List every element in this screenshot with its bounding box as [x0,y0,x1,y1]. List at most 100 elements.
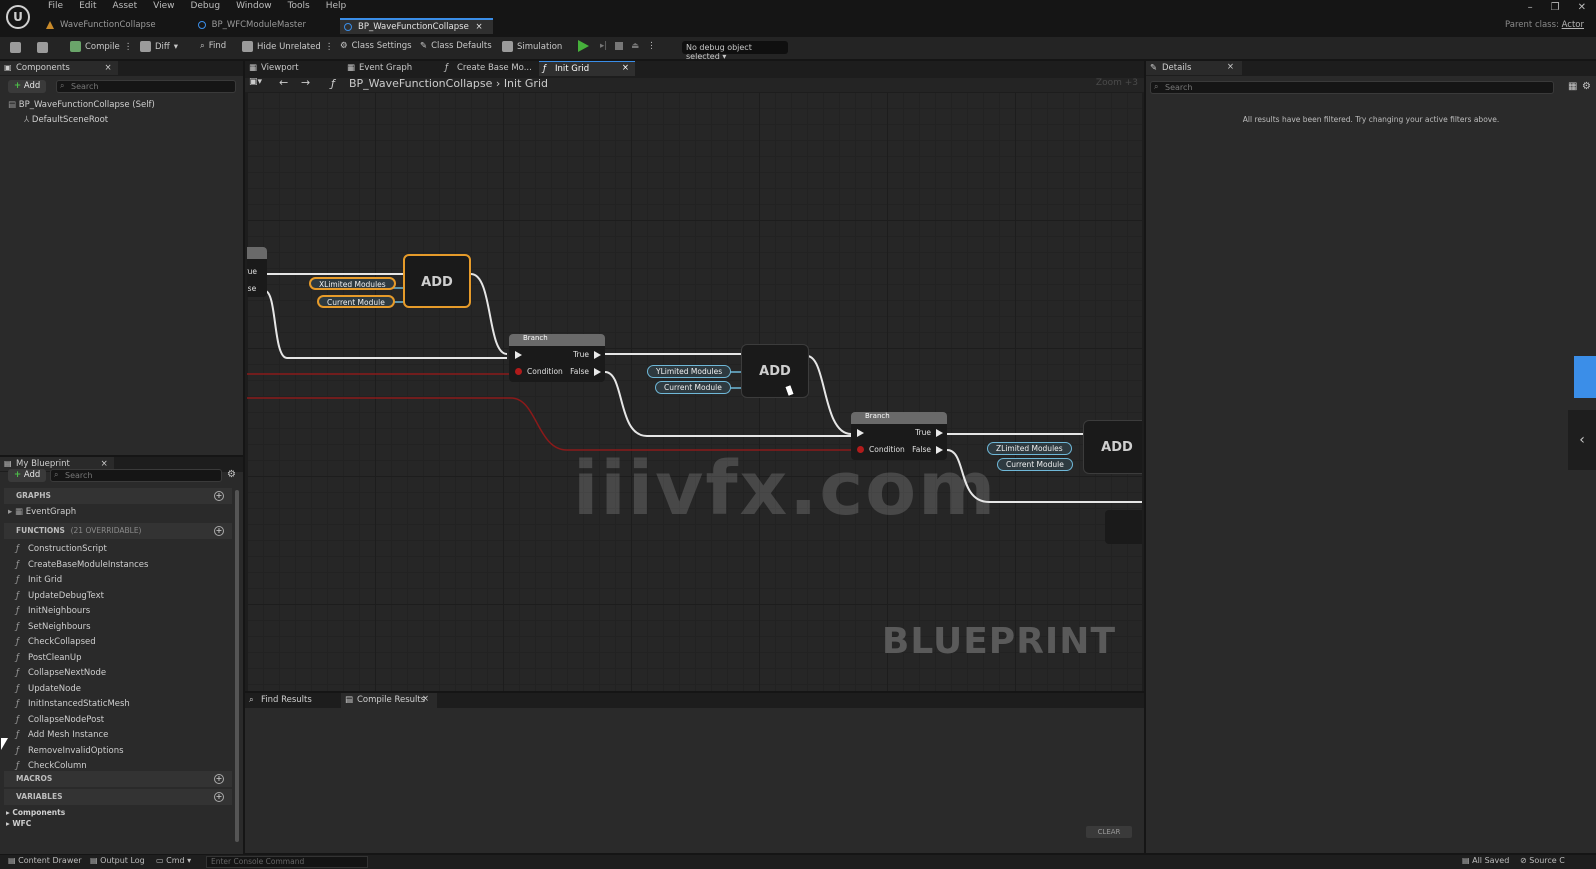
exec-in-pin[interactable] [857,429,864,437]
var-current-module[interactable]: Current Module [655,381,731,394]
gear-icon[interactable]: ⚙ [227,469,236,480]
output-log-button[interactable]: ▤ Output Log [90,856,145,865]
more-icon[interactable]: ⋮ [647,41,656,51]
restore-icon[interactable]: ❐ [1551,2,1560,13]
add-component-button[interactable]: + Add [8,80,47,93]
component-self[interactable]: ▤ BP_WaveFunctionCollapse (Self) [8,100,155,110]
console-input[interactable]: Enter Console Command [206,856,368,868]
doc-tab-wfc[interactable]: BP_WaveFunctionCollapse × [339,18,493,34]
play-icon[interactable] [578,40,589,52]
forward-arrow-icon[interactable]: → [301,76,310,89]
var-x-limited-modules[interactable]: XLimited Modules [309,277,396,290]
editor-tab-init-grid[interactable]: ƒ Init Grid × [539,61,635,76]
unreal-logo-icon[interactable]: U [6,5,30,29]
exec-true-pin[interactable] [594,351,601,359]
simulation-button[interactable]: Simulation [502,41,562,52]
menu-window[interactable]: Window [228,1,280,11]
add-node-x[interactable]: ADD [403,254,471,308]
add-member-button[interactable]: + Add [8,469,47,482]
var-current-module[interactable]: Current Module [317,295,395,308]
step-icon[interactable]: ▸| [600,41,607,51]
class-defaults-button[interactable]: ✎ Class Defaults [420,41,492,51]
compile-button[interactable]: Compile ⋮ [70,41,132,52]
content-drawer-button[interactable]: ▤ Content Drawer [8,856,82,865]
editor-tab-event-graph[interactable]: ▦ Event Graph [343,61,439,76]
source-control-button[interactable]: ⊘ Source C [1520,856,1565,865]
menu-tools[interactable]: Tools [280,1,318,11]
add-macro-icon[interactable]: + [214,774,224,784]
my-blueprint-search-input[interactable]: ⌕ Search [50,469,222,482]
section-functions[interactable]: FUNCTIONS (21 OVERRIDABLE) + [4,523,232,539]
diff-button[interactable]: Diff ▾ [140,41,178,52]
exec-in-pin[interactable] [515,351,522,359]
component-default-scene-root[interactable]: ⅄ DefaultSceneRoot [24,115,108,125]
function-item[interactable]: ƒ CollapseNodePost [16,715,104,725]
function-item[interactable]: ƒ RemoveInvalidOptions [16,746,124,756]
more-icon[interactable]: ⋮ [325,42,334,52]
var-current-module[interactable]: Current Module [997,458,1073,471]
menu-debug[interactable]: Debug [182,1,228,11]
section-macros[interactable]: MACROS + [4,771,232,787]
save-icon[interactable] [10,42,21,53]
function-item[interactable]: ƒ ConstructionScript [16,544,107,554]
details-tab[interactable]: ✎ Details × [1146,61,1242,75]
grid-view-icon[interactable]: ▦ [1568,81,1577,92]
editor-tab-create-base[interactable]: ƒ Create Base Mo... [441,61,537,76]
branch-node-1[interactable]: Branch True Condition False [509,334,605,382]
doc-tab-module-master[interactable]: BP_WFCModuleMaster [194,18,316,34]
class-settings-button[interactable]: ⚙ Class Settings [340,41,412,51]
function-item[interactable]: ƒ PostCleanUp [16,653,82,663]
scrollbar[interactable] [235,490,239,842]
add-node-y[interactable]: ADD [741,344,809,398]
function-item[interactable]: ƒ Init Grid [16,575,62,585]
lock-icon[interactable]: ▣▾ [249,77,262,87]
menu-asset[interactable]: Asset [105,1,146,11]
function-item[interactable]: ƒ InitNeighbours [16,606,90,616]
add-function-icon[interactable]: + [214,526,224,536]
parent-class-link[interactable]: Actor [1562,20,1584,30]
variable-category-wfc[interactable]: ▸ WFC [6,819,31,828]
close-icon[interactable]: × [101,459,108,469]
back-arrow-icon[interactable]: ← [279,76,288,89]
clear-button[interactable]: CLEAR [1086,826,1132,838]
section-variables[interactable]: VARIABLES + [4,789,232,805]
function-item[interactable]: ƒ CheckColumn [16,761,87,771]
menu-help[interactable]: Help [318,1,355,11]
close-window-icon[interactable]: ✕ [1578,2,1586,13]
function-item[interactable]: ƒ UpdateDebugText [16,591,104,601]
section-graphs[interactable]: GRAPHS + [4,488,232,504]
function-item[interactable]: ƒ CreateBaseModuleInstances [16,560,148,570]
function-item[interactable]: ƒ CheckCollapsed [16,637,96,647]
menu-view[interactable]: View [145,1,182,11]
blueprint-graph-canvas[interactable]: True alse ADD XLimited Modules Current M… [247,92,1142,691]
close-icon[interactable]: × [622,63,629,73]
menu-edit[interactable]: Edit [71,1,104,11]
close-icon[interactable]: × [1227,62,1234,72]
variable-category-components[interactable]: ▸ Components [6,808,65,817]
offscreen-node[interactable] [1105,510,1142,544]
function-item[interactable]: ƒ InitInstancedStaticMesh [16,699,130,709]
components-tab[interactable]: ▣ Components × [0,61,118,75]
details-search-input[interactable]: ⌕ Search [1150,81,1554,94]
add-node-z[interactable]: ADD [1083,420,1142,474]
add-graph-icon[interactable]: + [214,491,224,501]
close-icon[interactable]: × [422,694,429,704]
var-z-limited-modules[interactable]: ZLimited Modules [987,442,1072,455]
debug-object-select[interactable]: No debug object selected ▾ [682,41,788,61]
tab-compile-results[interactable]: ▤ Compile Results × [341,693,437,708]
components-search-input[interactable]: ⌕ Search [56,80,236,93]
var-y-limited-modules[interactable]: YLimited Modules [647,365,732,378]
function-item[interactable]: ƒ SetNeighbours [16,622,91,632]
close-icon[interactable]: × [476,22,483,32]
eject-icon[interactable]: ⏏ [631,41,639,51]
hide-unrelated-button[interactable]: Hide Unrelated ⋮ [242,41,333,52]
function-item[interactable]: ƒ UpdateNode [16,684,81,694]
exec-true-pin[interactable] [936,429,943,437]
close-icon[interactable]: × [104,63,111,73]
minimize-icon[interactable]: – [1528,2,1533,13]
graph-item-eventgraph[interactable]: ▸ ▦ EventGraph [8,507,76,517]
function-item[interactable]: ƒ CollapseNextNode [16,668,106,678]
find-button[interactable]: ⌕ Find [200,41,226,51]
function-item[interactable]: ƒ Add Mesh Instance [16,730,108,740]
stop-icon[interactable] [615,42,624,50]
